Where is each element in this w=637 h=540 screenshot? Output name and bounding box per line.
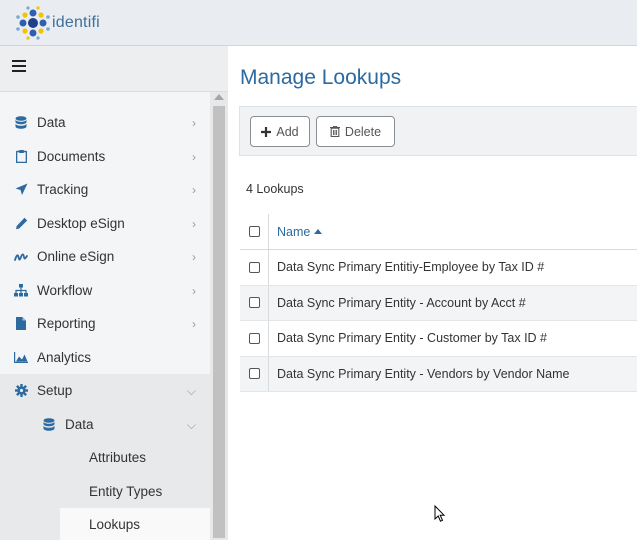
setup-submenu: Data ⌵ Attributes Entity Types Lookups [0,407,210,540]
toolbar: Add Delete [239,106,637,156]
clipboard-icon [14,149,28,163]
cog-icon [14,384,28,398]
hamburger-icon[interactable] [12,60,26,72]
chevron-right-icon: › [192,149,196,164]
sidebar-item-label: Desktop eSign [37,215,125,231]
chevron-down-icon: ⌵ [186,384,196,398]
sidebar-item-label: Documents [37,148,106,164]
row-name[interactable]: Data Sync Primary Entitiy-Employee by Ta… [269,260,544,274]
sidebar-subitem-label: Data [65,416,94,432]
grid-header-row: Name [240,214,637,250]
sidebar-item-label: Tracking [37,182,89,198]
delete-button[interactable]: Delete [316,116,395,147]
table-row[interactable]: Data Sync Primary Entity - Vendors by Ve… [240,356,637,392]
row-checkbox[interactable] [248,368,260,380]
delete-button-label: Delete [344,124,382,139]
sidebar-item-data[interactable]: Data › [0,106,210,140]
sidebar-item-online-esign[interactable]: Online eSign › [0,240,210,274]
plus-icon [261,126,272,137]
area-chart-icon [14,350,28,364]
row-checkbox[interactable] [248,332,260,344]
sidebar-leaf-entity-types[interactable]: Entity Types [0,475,210,509]
sitemap-icon [14,283,28,297]
row-name[interactable]: Data Sync Primary Entity - Account by Ac… [269,296,526,310]
sidebar-item-analytics[interactable]: Analytics [0,341,210,375]
chevron-down-icon: ⌵ [186,417,196,432]
sidebar-item-label: Online eSign [37,249,115,265]
row-select-cell [240,250,269,285]
record-count: 4 Lookups [246,182,304,196]
lookups-grid: Name Data Sync Primary Entitiy-Employee … [240,214,637,392]
chevron-right-icon: › [192,250,196,264]
sidebar-nav: Data › Documents › Tracking › Desktop eS… [0,106,210,540]
sidebar-item-tracking[interactable]: Tracking › [0,173,210,207]
row-select-cell [240,321,269,356]
sidebar: Data › Documents › Tracking › Desktop eS… [0,46,228,540]
location-arrow-icon [14,183,28,197]
sidebar-item-desktop-esign[interactable]: Desktop eSign › [0,207,210,241]
trash-icon [329,126,340,137]
chevron-right-icon: › [192,116,196,130]
sidebar-item-label: Reporting [37,316,96,332]
sidebar-item-setup[interactable]: Setup ⌵ [0,374,210,408]
table-row[interactable]: Data Sync Primary Entity - Customer by T… [240,321,637,357]
sidebar-item-documents[interactable]: Documents › [0,140,210,174]
sort-ascending-icon [314,228,323,234]
chevron-right-icon: › [192,283,196,298]
app-logo[interactable]: identifi [14,5,100,41]
row-select-cell [240,285,269,320]
sidebar-item-workflow[interactable]: Workflow › [0,274,210,308]
chevron-right-icon: › [192,317,196,331]
database-icon [42,417,56,431]
sidebar-item-label: Analytics [37,349,92,365]
scroll-up-arrow-icon[interactable] [214,94,224,100]
sidebar-item-label: Workflow [37,282,93,298]
signature-icon [14,250,28,264]
sidebar-subitem-data[interactable]: Data ⌵ [0,408,210,442]
row-checkbox[interactable] [248,297,260,309]
table-row[interactable]: Data Sync Primary Entitiy-Employee by Ta… [240,250,637,286]
logo-mark-icon [16,5,50,40]
sidebar-leaf-lookups[interactable]: Lookups [60,508,210,540]
column-header-name[interactable]: Name [269,224,323,239]
select-all-checkbox[interactable] [248,226,260,237]
sidebar-item-label: Setup [37,383,73,399]
row-name[interactable]: Data Sync Primary Entity - Customer by T… [269,331,547,345]
logo-text: identifi [52,13,100,31]
add-button[interactable]: Add [250,116,310,147]
row-checkbox[interactable] [248,261,260,273]
file-icon [14,317,28,331]
row-name[interactable]: Data Sync Primary Entity - Vendors by Ve… [269,367,570,381]
sidebar-item-label: Data [37,115,66,131]
row-select-cell [240,356,269,391]
sidebar-header [0,46,228,92]
top-bar: identifi [0,0,637,46]
pencil-icon [14,216,28,230]
select-all-cell [240,214,269,249]
scroll-thumb[interactable] [213,106,225,538]
sidebar-leaf-attributes[interactable]: Attributes [0,441,210,475]
page-title: Manage Lookups [240,66,402,89]
column-header-label: Name [277,224,311,239]
table-row[interactable]: Data Sync Primary Entity - Account by Ac… [240,285,637,321]
database-icon [14,116,28,130]
sidebar-scrollbar[interactable] [210,92,228,540]
chevron-right-icon: › [192,183,196,197]
add-button-label: Add [276,124,299,139]
chevron-right-icon: › [192,216,196,231]
mouse-cursor-icon [434,505,446,522]
sidebar-item-reporting[interactable]: Reporting › [0,307,210,341]
main-content: Manage Lookups Add Delete 4 Lookups Name [229,46,637,540]
